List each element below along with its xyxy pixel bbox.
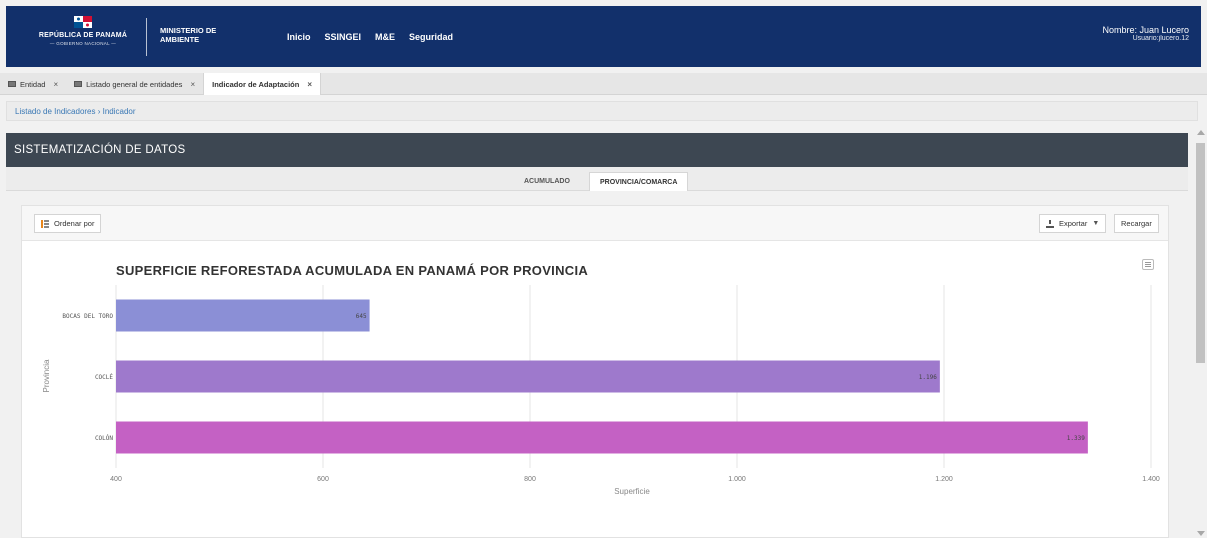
logo-subtitle: — GOBIERNO NACIONAL — xyxy=(49,41,117,46)
user-login: Usuario:jlucero.12 xyxy=(1132,35,1189,42)
ministry-label: MINISTERIO DE AMBIENTE xyxy=(160,26,217,44)
y-axis-label: Provincia xyxy=(42,359,51,392)
bar[interactable] xyxy=(116,360,940,393)
close-icon[interactable]: × xyxy=(190,80,195,89)
logo-divider xyxy=(146,18,147,56)
download-icon xyxy=(1046,219,1054,228)
tab-listado-general[interactable]: Listado general de entidades × xyxy=(66,73,203,95)
scroll-down-icon[interactable] xyxy=(1197,531,1205,536)
bar[interactable] xyxy=(116,299,370,332)
logo-title: REPÚBLICA DE PANAMÁ xyxy=(38,32,128,39)
x-tick-label: 1.000 xyxy=(728,476,746,483)
user-info[interactable]: Nombre: Juan Lucero Usuario:jlucero.12 xyxy=(1102,25,1189,42)
y-category-label: BOCAS DEL TORO xyxy=(62,313,113,320)
panel-title: SISTEMATIZACIÓN DE DATOS xyxy=(6,133,1188,167)
order-by-button[interactable]: Ordenar por xyxy=(34,214,102,233)
reload-button[interactable]: Recargar xyxy=(1114,214,1159,233)
bar-value-label: 1.196 xyxy=(919,374,937,381)
tab-indicador-adaptacion[interactable]: Indicador de Adaptación × xyxy=(203,73,322,95)
bar-chart: SUPERFICIE REFORESTADA ACUMULADA EN PANA… xyxy=(42,263,1160,496)
scroll-up-icon[interactable] xyxy=(1197,130,1205,135)
chart-tick-labels: 400 600 800 1.000 1.200 1.400 xyxy=(110,476,1160,483)
x-tick-label: 800 xyxy=(524,476,536,483)
close-icon[interactable]: × xyxy=(307,80,312,89)
card-icon xyxy=(8,81,16,87)
close-icon[interactable]: × xyxy=(53,80,58,89)
top-header: REPÚBLICA DE PANAMÁ — GOBIERNO NACIONAL … xyxy=(6,6,1201,67)
y-category-label: COLÓN xyxy=(95,435,113,442)
document-tabs: Entidad × Listado general de entidades ×… xyxy=(0,73,1207,95)
tab-provincia-comarca[interactable]: PROVINCIA/COMARCA xyxy=(589,172,689,191)
chart-title: SUPERFICIE REFORESTADA ACUMULADA EN PANA… xyxy=(116,263,588,278)
view-tabs: ACUMULADO PROVINCIA/COMARCA xyxy=(6,167,1188,191)
nav-ssingei[interactable]: SSINGEI xyxy=(325,32,362,42)
panama-flag-icon xyxy=(74,16,92,28)
bar[interactable] xyxy=(116,421,1088,454)
nav-inicio[interactable]: Inicio xyxy=(287,32,311,42)
sort-icon xyxy=(41,219,49,228)
export-button[interactable]: Exportar ▼ xyxy=(1039,214,1107,233)
breadcrumb[interactable]: Listado de Indicadores › Indicador xyxy=(6,101,1198,121)
user-name: Nombre: Juan Lucero xyxy=(1102,25,1189,35)
card-icon xyxy=(74,81,83,87)
chart-menu-icon[interactable] xyxy=(1142,259,1154,270)
chart-bars: 645 1.196 1.339 xyxy=(116,299,1088,454)
x-tick-label: 1.400 xyxy=(1142,476,1160,483)
bar-value-label: 1.339 xyxy=(1067,435,1085,442)
nav-seguridad[interactable]: Seguridad xyxy=(409,32,453,42)
nav-me[interactable]: M&E xyxy=(375,32,395,42)
x-tick-label: 400 xyxy=(110,476,122,483)
y-category-label: COCLÉ xyxy=(95,373,113,381)
page-scrollbar[interactable] xyxy=(1194,127,1207,538)
tab-entidad[interactable]: Entidad × xyxy=(0,73,66,95)
scrollbar-thumb[interactable] xyxy=(1196,143,1205,363)
tab-acumulado[interactable]: ACUMULADO xyxy=(514,172,580,191)
bar-value-label: 645 xyxy=(356,313,367,320)
chart-container: SUPERFICIE REFORESTADA ACUMULADA EN PANA… xyxy=(27,252,1177,502)
panama-logo[interactable]: REPÚBLICA DE PANAMÁ — GOBIERNO NACIONAL … xyxy=(28,16,138,58)
x-axis-label: Superficie xyxy=(614,487,650,496)
main-nav: Inicio SSINGEI M&E Seguridad xyxy=(287,32,453,42)
chart-category-labels: BOCAS DEL TORO COCLÉ COLÓN xyxy=(62,313,113,442)
chart-toolbar: Ordenar por Exportar ▼ Recargar xyxy=(22,206,1168,241)
x-tick-label: 600 xyxy=(317,476,329,483)
chevron-down-icon: ▼ xyxy=(1092,220,1100,227)
x-tick-label: 1.200 xyxy=(935,476,953,483)
